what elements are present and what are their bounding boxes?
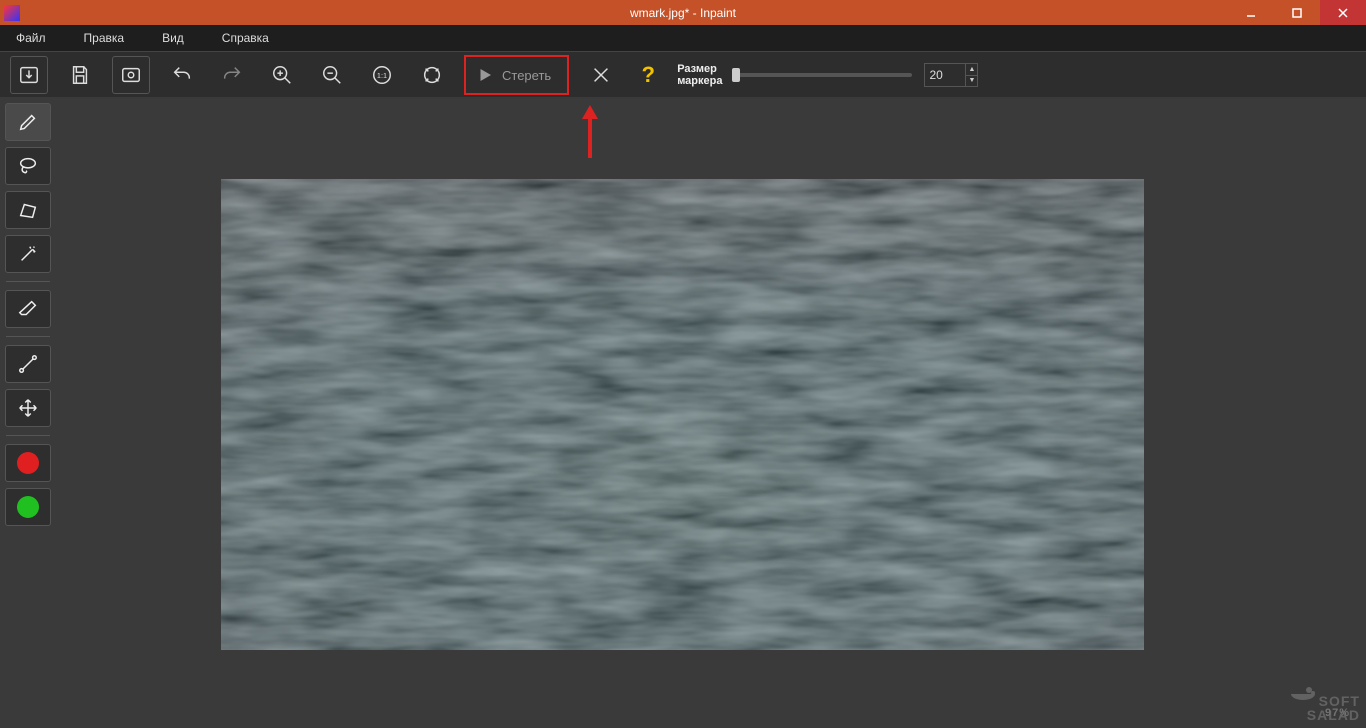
color-green[interactable] — [5, 488, 51, 526]
separator — [6, 336, 50, 337]
menu-view[interactable]: Вид — [152, 27, 212, 49]
close-button[interactable] — [1320, 0, 1366, 25]
spin-up[interactable]: ▲ — [965, 64, 977, 76]
minimize-button[interactable] — [1228, 0, 1274, 25]
tool-move[interactable] — [5, 389, 51, 427]
svg-text:1:1: 1:1 — [377, 71, 387, 80]
maximize-button[interactable] — [1274, 0, 1320, 25]
undo-button[interactable] — [164, 57, 200, 93]
window-title: wmark.jpg* - Inpaint — [0, 6, 1366, 20]
slider-thumb[interactable] — [732, 68, 740, 82]
app-icon — [4, 5, 20, 21]
erase-label: Стереть — [502, 68, 551, 83]
left-toolbar — [0, 97, 56, 728]
open-button[interactable] — [10, 56, 48, 94]
help-icon[interactable]: ? — [633, 62, 663, 88]
marker-size-input[interactable] — [925, 64, 965, 86]
window-buttons — [1228, 0, 1366, 25]
erase-button[interactable]: Стереть — [464, 55, 569, 95]
toolbar: 1:1 Стереть ? Размер маркера ▲ ▼ — [0, 51, 1366, 99]
cancel-button[interactable] — [583, 57, 619, 93]
spin-down[interactable]: ▼ — [965, 76, 977, 87]
redo-button[interactable] — [214, 57, 250, 93]
marker-size-label: Размер маркера — [677, 63, 722, 87]
separator — [6, 281, 50, 282]
tool-marker[interactable] — [5, 103, 51, 141]
tool-lasso[interactable] — [5, 147, 51, 185]
menu-help[interactable]: Справка — [212, 27, 297, 49]
zoom-percent: 97% — [1325, 706, 1350, 720]
color-red[interactable] — [5, 444, 51, 482]
menu-file[interactable]: Файл — [6, 27, 74, 49]
annotation-arrow-icon — [578, 103, 602, 163]
tool-eraser[interactable] — [5, 290, 51, 328]
zoom-fit-button[interactable] — [414, 57, 450, 93]
play-icon — [476, 66, 494, 84]
zoom-out-button[interactable] — [314, 57, 350, 93]
watermark: SOFT SALAD 97% — [1289, 686, 1360, 722]
tool-line[interactable] — [5, 345, 51, 383]
tool-magic-wand[interactable] — [5, 235, 51, 273]
marker-size-spin[interactable]: ▲ ▼ — [924, 63, 978, 87]
tool-polygon[interactable] — [5, 191, 51, 229]
workspace: SOFT SALAD 97% — [0, 97, 1366, 728]
canvas-image[interactable] — [221, 179, 1144, 650]
save-button[interactable] — [62, 57, 98, 93]
separator — [6, 435, 50, 436]
marker-size-slider[interactable] — [732, 73, 912, 77]
window-titlebar: wmark.jpg* - Inpaint — [0, 0, 1366, 25]
menubar: Файл Правка Вид Справка — [0, 25, 1366, 51]
gallery-button[interactable] — [112, 56, 150, 94]
canvas-area[interactable] — [56, 97, 1366, 728]
menu-edit[interactable]: Правка — [74, 27, 153, 49]
zoom-in-button[interactable] — [264, 57, 300, 93]
zoom-actual-button[interactable]: 1:1 — [364, 57, 400, 93]
